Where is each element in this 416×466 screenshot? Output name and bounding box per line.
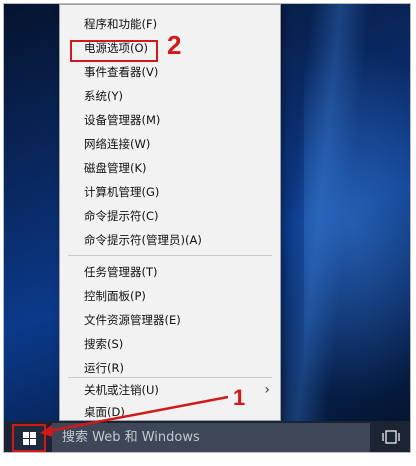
chevron-right-icon: › bbox=[264, 382, 270, 398]
menu-item-search[interactable]: 搜索(S) bbox=[60, 333, 280, 355]
menu-item-file-explorer[interactable]: 文件资源管理器(E) bbox=[60, 309, 280, 331]
power-options-highlight bbox=[70, 40, 158, 62]
wallpaper-glow bbox=[304, 44, 410, 404]
menu-item-label: 控制面板(P) bbox=[84, 289, 146, 303]
menu-item-desktop[interactable]: 桌面(D) bbox=[60, 401, 280, 423]
menu-item-label: 命令提示符(管理员)(A) bbox=[84, 233, 202, 247]
menu-item-disk-management[interactable]: 磁盘管理(K) bbox=[60, 157, 280, 179]
menu-item-label: 磁盘管理(K) bbox=[84, 161, 147, 175]
menu-item-computer-management[interactable]: 计算机管理(G) bbox=[60, 181, 280, 203]
menu-item-run[interactable]: 运行(R) bbox=[60, 357, 280, 379]
menu-item-control-panel[interactable]: 控制面板(P) bbox=[60, 285, 280, 307]
menu-item-label: 运行(R) bbox=[84, 361, 124, 375]
menu-item-label: 桌面(D) bbox=[84, 405, 125, 419]
step-2-label: 2 bbox=[167, 30, 182, 60]
menu-separator bbox=[68, 377, 272, 378]
start-button[interactable] bbox=[12, 424, 46, 452]
menu-separator bbox=[68, 255, 272, 256]
task-view-icon[interactable] bbox=[382, 430, 400, 444]
menu-item-shutdown-signout[interactable]: 关机或注销(U) › bbox=[60, 379, 280, 401]
menu-item-label: 文件资源管理器(E) bbox=[84, 313, 181, 327]
menu-item-device-manager[interactable]: 设备管理器(M) bbox=[60, 109, 280, 131]
menu-item-label: 计算机管理(G) bbox=[84, 185, 160, 199]
menu-item-system[interactable]: 系统(Y) bbox=[60, 85, 280, 107]
menu-item-label: 关机或注销(U) bbox=[84, 383, 159, 397]
menu-item-label: 程序和功能(F) bbox=[84, 17, 158, 31]
menu-item-event-viewer[interactable]: 事件查看器(V) bbox=[60, 61, 280, 83]
menu-item-label: 任务管理器(T) bbox=[84, 265, 158, 279]
windows-logo-icon bbox=[22, 431, 36, 445]
menu-item-command-prompt-admin[interactable]: 命令提示符(管理员)(A) bbox=[60, 229, 280, 251]
menu-item-label: 事件查看器(V) bbox=[84, 65, 159, 79]
menu-item-command-prompt[interactable]: 命令提示符(C) bbox=[60, 205, 280, 227]
menu-item-label: 搜索(S) bbox=[84, 337, 124, 351]
winx-context-menu: 程序和功能(F) 电源选项(O) 事件查看器(V) 系统(Y) 设备管理器(M)… bbox=[59, 4, 281, 421]
menu-item-network-connections[interactable]: 网络连接(W) bbox=[60, 133, 280, 155]
menu-item-label: 网络连接(W) bbox=[84, 137, 151, 151]
search-input[interactable]: 搜索 Web 和 Windows bbox=[52, 423, 370, 452]
menu-item-label: 设备管理器(M) bbox=[84, 113, 161, 127]
desktop: 程序和功能(F) 电源选项(O) 事件查看器(V) 系统(Y) 设备管理器(M)… bbox=[3, 3, 411, 453]
menu-item-label: 命令提示符(C) bbox=[84, 209, 159, 223]
menu-item-task-manager[interactable]: 任务管理器(T) bbox=[60, 261, 280, 283]
step-1-label: 1 bbox=[233, 385, 246, 410]
menu-item-label: 系统(Y) bbox=[84, 89, 123, 103]
